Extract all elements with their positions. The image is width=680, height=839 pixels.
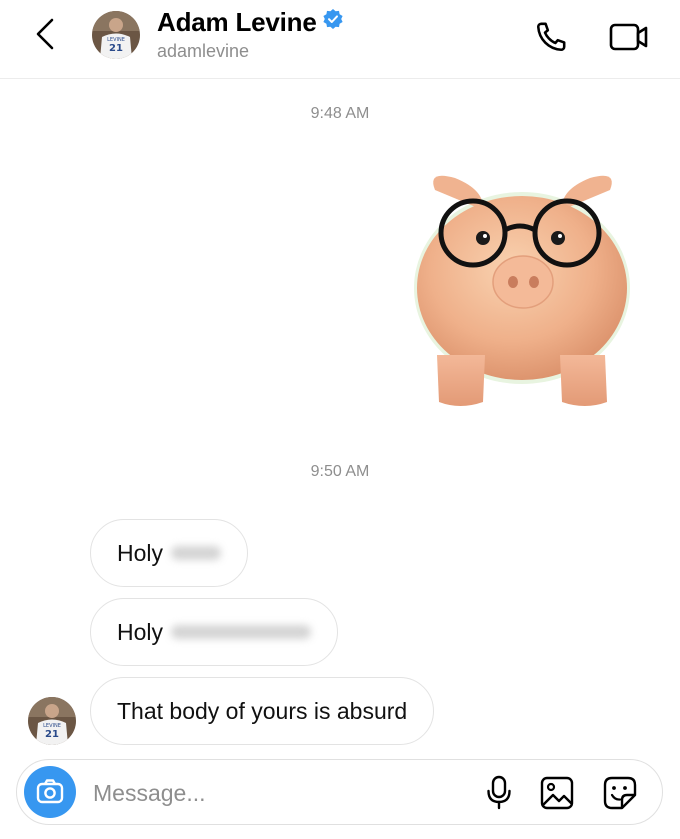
message-text: That body of yours is absurd [117, 697, 408, 724]
back-arrow-icon [36, 18, 54, 50]
voice-message-button[interactable] [479, 773, 519, 813]
contact-username: adamlevine [157, 41, 250, 61]
chat-header: LEVINE 21 Adam Levine adamlevine [0, 0, 680, 79]
audio-call-button[interactable] [530, 16, 572, 58]
avatar[interactable]: LEVINE 21 [92, 11, 140, 59]
contact-name: Adam Levine [157, 7, 317, 37]
sticker-button[interactable] [600, 773, 640, 813]
camera-icon [36, 779, 64, 804]
verified-badge-icon [323, 9, 343, 34]
message-text: Holy [117, 618, 164, 645]
gallery-button[interactable] [537, 773, 577, 813]
pig-with-glasses-icon [414, 175, 630, 406]
contact-info[interactable]: Adam Levine adamlevine [157, 7, 343, 62]
censored-text [171, 625, 312, 639]
svg-text:21: 21 [109, 43, 123, 54]
piggy-bank-sticker[interactable] [405, 170, 640, 415]
message-timestamp: 9:50 AM [310, 463, 370, 480]
video-call-button[interactable] [606, 16, 652, 58]
received-message-bubble[interactable]: That body of yours is absurd [90, 677, 435, 745]
microphone-icon [487, 775, 511, 810]
svg-text:21: 21 [45, 729, 59, 740]
back-button[interactable] [28, 14, 62, 54]
phone-icon [536, 22, 566, 52]
censored-text [171, 546, 222, 560]
image-icon [540, 776, 574, 810]
sticker-icon [603, 776, 637, 810]
camera-button[interactable] [24, 766, 76, 818]
message-composer [16, 759, 663, 825]
message-timestamp: 9:48 AM [310, 105, 370, 122]
received-message-bubble[interactable]: Holy [90, 519, 249, 587]
sender-avatar[interactable]: LEVINE 21 [28, 697, 76, 745]
video-camera-icon [609, 23, 648, 51]
message-input[interactable] [91, 772, 435, 814]
message-text: Holy [117, 539, 164, 566]
received-message-bubble[interactable]: Holy [90, 598, 339, 666]
